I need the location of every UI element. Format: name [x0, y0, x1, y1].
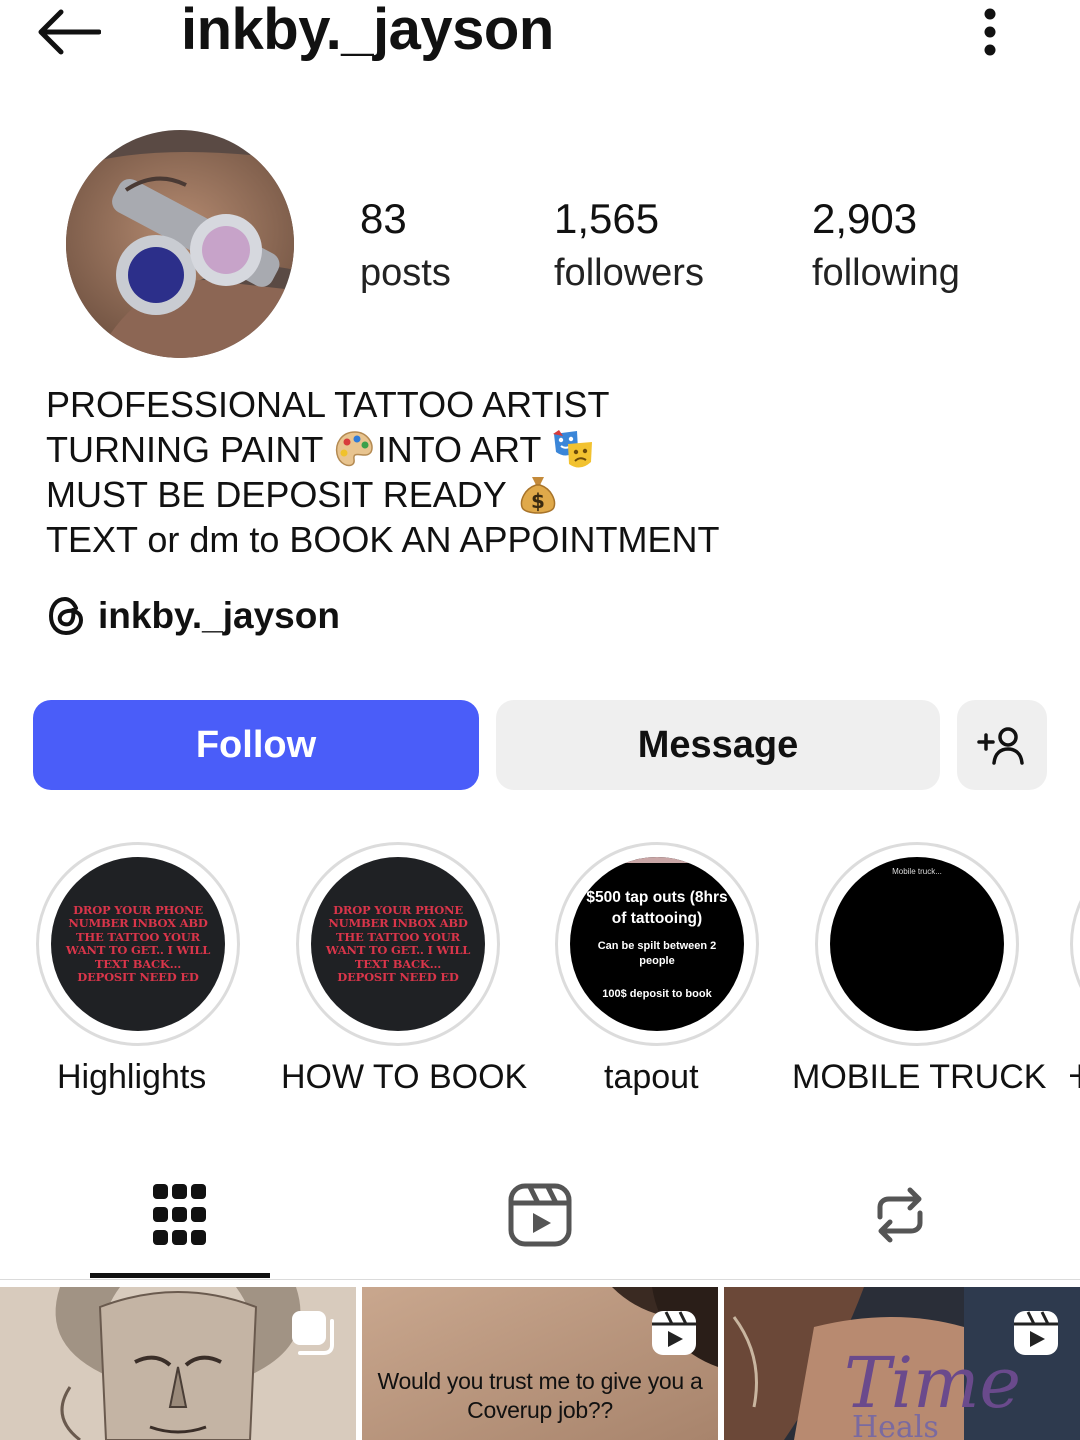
profile-avatar[interactable]: [66, 130, 294, 358]
posts-count-label: posts: [360, 252, 451, 294]
highlight-ring: [1070, 842, 1080, 1046]
highlight-cover: Mobile truck...: [830, 857, 1004, 1031]
threads-profile-link[interactable]: inkby._jayson: [46, 594, 340, 638]
arrow-left-icon: [38, 9, 101, 55]
highlight-cover-text: DROP YOUR PHONE NUMBER INBOX ABD THE TAT…: [311, 857, 485, 1031]
tab-reposts[interactable]: [810, 1170, 990, 1260]
posts-count[interactable]: 83 posts: [360, 192, 451, 300]
bio-line: TURNING PAINT INTO ART: [46, 427, 720, 472]
reel-icon: [1014, 1311, 1058, 1355]
profile-bio: PROFESSIONAL TATTOO ARTIST TURNING PAINT…: [46, 382, 720, 562]
followers-count[interactable]: 1,565 followers: [554, 192, 704, 300]
highlight-item[interactable]: Mobile truck... MOBILE TRUCK: [792, 842, 1046, 1096]
add-user-icon: [977, 727, 1024, 765]
performing-arts-icon: [552, 429, 592, 468]
bio-line: MUST BE DEPOSIT READY $: [46, 472, 720, 517]
highlight-cover-footnote: 100$ deposit to book: [602, 987, 712, 1000]
highlight-cover-strip: [610, 857, 704, 863]
bio-text: TEXT or dm to BOOK AN APPOINTMENT: [46, 519, 720, 560]
money-bag-icon: $: [520, 476, 556, 514]
tab-grid[interactable]: [90, 1170, 270, 1260]
reel-icon: [652, 1311, 696, 1355]
following-count[interactable]: 2,903 following: [812, 192, 960, 300]
followers-count-value: 1,565: [554, 195, 660, 242]
post-caption-line: Would you trust me to give you a: [377, 1368, 703, 1394]
reels-icon: [508, 1183, 572, 1247]
repost-icon: [877, 1187, 923, 1243]
followers-count-label: followers: [554, 252, 704, 294]
carousel-icon: [292, 1311, 334, 1355]
bio-line: PROFESSIONAL TATTOO ARTIST: [46, 382, 720, 427]
highlight-label: MOBILE TRUCK: [792, 1058, 1047, 1096]
highlight-ring[interactable]: $500 tap outs (8hrs of tattooing) Can be…: [555, 842, 759, 1046]
carousel-badge: [288, 1309, 336, 1362]
bio-line: TEXT or dm to BOOK AN APPOINTMENT: [46, 517, 720, 562]
post-caption: Would you trust me to give you a Coverup…: [362, 1367, 718, 1425]
following-count-label: following: [812, 252, 960, 294]
highlight-cover-text: DROP YOUR PHONE NUMBER INBOX ABD THE TAT…: [51, 857, 225, 1031]
post-tile[interactable]: [0, 1287, 356, 1440]
following-count-value: 2,903: [812, 195, 918, 242]
highlight-label: HOW TO BOOK: [281, 1058, 528, 1096]
highlight-cover-title: $500 tap outs (8hrs of tattooing): [586, 888, 728, 927]
reel-badge: [1012, 1309, 1060, 1362]
back-button[interactable]: [30, 2, 106, 62]
grid-icon: [153, 1184, 206, 1245]
posts-count-value: 83: [360, 195, 407, 242]
suggest-users-button[interactable]: [957, 700, 1047, 790]
profile-username: inkby._jayson: [181, 0, 554, 62]
tattoo-script-heals: Heals: [852, 1410, 939, 1440]
post-tile[interactable]: Time Heals: [724, 1287, 1080, 1440]
highlight-item[interactable]: $500 tap outs (8hrs of tattooing) Can be…: [552, 842, 762, 1096]
post-tile[interactable]: Would you trust me to give you a Coverup…: [362, 1287, 718, 1440]
active-tab-indicator: [90, 1273, 270, 1278]
highlight-cover-subtitle: Can be spilt between 2 people: [597, 939, 717, 967]
more-vertical-icon: [984, 8, 996, 56]
highlight-item-partial[interactable]: H: [1070, 842, 1080, 1092]
highlight-item[interactable]: DROP YOUR PHONE NUMBER INBOX ABD THE TAT…: [281, 842, 527, 1096]
svg-text:$: $: [531, 489, 545, 513]
more-options-button[interactable]: [962, 2, 1018, 62]
artist-palette-icon: [335, 430, 373, 466]
threads-icon: [48, 596, 84, 636]
highlight-ring[interactable]: DROP YOUR PHONE NUMBER INBOX ABD THE TAT…: [36, 842, 240, 1046]
highlight-label: Highlights: [57, 1058, 207, 1096]
highlight-ring[interactable]: DROP YOUR PHONE NUMBER INBOX ABD THE TAT…: [296, 842, 500, 1046]
bio-text: TURNING PAINT: [46, 429, 333, 470]
message-button[interactable]: Message: [496, 700, 940, 790]
reel-badge: [650, 1309, 698, 1362]
bio-text: MUST BE DEPOSIT READY: [46, 474, 517, 515]
threads-handle: inkby._jayson: [98, 595, 340, 636]
highlight-ring[interactable]: Mobile truck...: [815, 842, 1019, 1046]
highlight-cover: $500 tap outs (8hrs of tattooing) Can be…: [570, 857, 744, 1031]
highlight-label: H: [1070, 1058, 1080, 1092]
follow-button[interactable]: Follow: [33, 700, 479, 790]
highlight-item[interactable]: DROP YOUR PHONE NUMBER INBOX ABD THE TAT…: [33, 842, 243, 1096]
highlight-cover-text: Mobile truck...: [892, 867, 942, 876]
bio-text: PROFESSIONAL TATTOO ARTIST: [46, 384, 610, 425]
tab-reels[interactable]: [450, 1170, 630, 1260]
highlight-label: tapout: [604, 1058, 699, 1096]
bio-text: INTO ART: [376, 429, 551, 470]
post-caption-line: Coverup job??: [467, 1397, 613, 1423]
tab-divider: [0, 1279, 1080, 1280]
